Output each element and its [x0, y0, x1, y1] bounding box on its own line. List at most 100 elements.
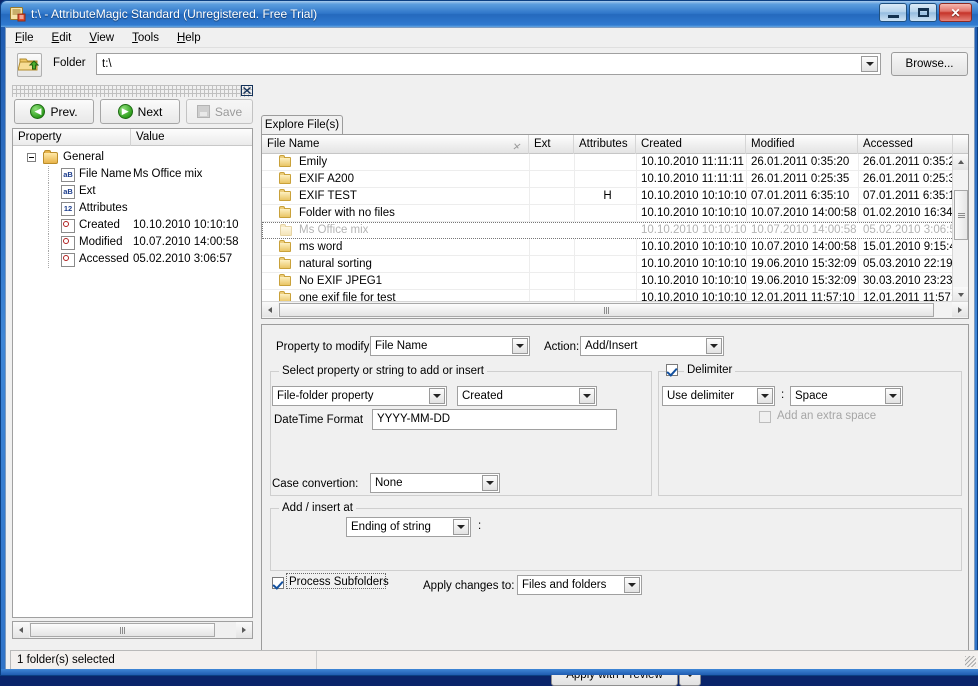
file-list-hscrollbar[interactable] [262, 301, 968, 318]
chevron-down-icon[interactable] [453, 519, 469, 535]
chevron-down-icon[interactable] [624, 577, 640, 593]
chevron-down-icon[interactable] [579, 388, 595, 404]
tree-row-modified[interactable]: Modified 10.07.2010 14:00:58 [13, 234, 252, 251]
action-combobox[interactable]: Add/Insert [580, 336, 724, 356]
scroll-left-icon[interactable] [13, 622, 29, 638]
panel-drag-grip[interactable] [12, 85, 253, 97]
browse-button[interactable]: Browse... [891, 52, 968, 76]
scroll-left-icon[interactable] [262, 302, 278, 317]
column-header-created[interactable]: Created [636, 135, 746, 154]
header-spacer [952, 135, 968, 154]
cell-attributes [574, 223, 636, 240]
scroll-right-icon[interactable] [952, 302, 968, 317]
apply-changes-to-value: Files and folders [522, 579, 607, 591]
process-subfolders-checkbox[interactable] [272, 577, 284, 589]
scroll-thumb[interactable] [279, 303, 934, 317]
tree-node-general[interactable]: General [13, 149, 252, 166]
datetime-icon [61, 219, 75, 233]
cell-created: 10.10.2010 11:11:11 [641, 156, 744, 168]
scroll-thumb[interactable] [30, 623, 215, 637]
apply-changes-to-combobox[interactable]: Files and folders [517, 575, 642, 595]
column-header-attributes[interactable]: Attributes [574, 135, 636, 154]
column-header-file-name[interactable]: File Name [262, 135, 529, 154]
delimiter-checkbox[interactable] [666, 364, 678, 376]
menu-label-help: elp [185, 32, 201, 44]
text-ab-icon: aB [61, 168, 75, 182]
datetime-format-input[interactable]: YYYY-MM-DD [372, 409, 617, 430]
add-insert-at-group-title: Add / insert at [279, 502, 356, 514]
table-row[interactable]: Emily 10.10.2010 11:11:11 26.01.2011 0:3… [262, 154, 954, 171]
chevron-down-icon[interactable] [512, 338, 528, 354]
cell-created: 10.10.2010 10:10:10 [641, 275, 746, 287]
delimiter-char-combobox[interactable]: Space [790, 386, 903, 406]
collapse-toggle-icon[interactable] [27, 153, 36, 162]
property-to-modify-label: Property to modify: [276, 341, 373, 353]
menu-item-file[interactable]: File [6, 28, 43, 48]
scroll-right-icon[interactable] [236, 622, 252, 638]
source-type-combobox[interactable]: File-folder property [272, 386, 447, 406]
chevron-down-icon[interactable] [885, 388, 901, 404]
cell-ext [529, 223, 574, 240]
maximize-button[interactable] [909, 3, 937, 22]
column-header-accessed[interactable]: Accessed [858, 135, 954, 154]
prev-button[interactable]: ◀ Prev. [14, 99, 94, 124]
cell-attributes [574, 239, 636, 256]
table-row[interactable]: EXIF A200 10.10.2010 11:11:11 26.01.2011… [262, 171, 954, 188]
folder-path-combobox[interactable]: t:\ [96, 53, 881, 75]
table-row[interactable]: natural sorting 10.10.2010 10:10:10 19.0… [262, 256, 954, 273]
panel-close-icon[interactable] [240, 85, 253, 97]
delimiter-mode-combobox[interactable]: Use delimiter [662, 386, 775, 406]
scroll-up-icon[interactable] [953, 154, 968, 170]
text-ab-icon: aB [61, 185, 75, 199]
property-tree-hscrollbar[interactable] [12, 621, 253, 639]
insert-position-colon-label: : [478, 520, 482, 532]
table-row-selected[interactable]: Ms Office mix 10.10.2010 10:10:10 10.07.… [262, 222, 954, 239]
property-tree[interactable]: Property Value General aB File Name Ms O… [12, 128, 253, 618]
column-header-modified[interactable]: Modified [746, 135, 858, 154]
tree-row-file-name[interactable]: aB File Name Ms Office mix [13, 166, 252, 183]
menu-item-tools[interactable]: Tools [123, 28, 168, 48]
table-row[interactable]: Folder with no files 10.10.2010 10:10:10… [262, 205, 954, 222]
chevron-down-icon[interactable] [861, 56, 878, 72]
close-window-button[interactable]: ✕ [939, 3, 972, 22]
delimiter-char-value: Space [795, 390, 828, 402]
property-to-modify-combobox[interactable]: File Name [370, 336, 530, 356]
chevron-down-icon[interactable] [757, 388, 773, 404]
source-property-combobox[interactable]: Created [457, 386, 597, 406]
menu-item-edit[interactable]: Edit [43, 28, 81, 48]
table-row[interactable]: ms word 10.10.2010 10:10:10 10.07.2010 1… [262, 239, 954, 256]
file-list-view[interactable]: File Name Ext Attributes Created Modifie… [261, 134, 969, 319]
datetime-icon [61, 253, 75, 267]
scroll-thumb[interactable] [954, 190, 968, 240]
value-column-header[interactable]: Value [131, 129, 252, 146]
column-header-ext[interactable]: Ext [529, 135, 574, 154]
resize-grip-icon[interactable] [965, 656, 976, 667]
cell-accessed: 05.02.2010 3:06:57 [863, 224, 954, 236]
property-column-header[interactable]: Property [13, 129, 131, 146]
case-conversion-combobox[interactable]: None [370, 473, 500, 493]
tree-row-attributes[interactable]: 12 Attributes [13, 200, 252, 217]
table-row[interactable]: EXIF TEST H 10.10.2010 10:10:10 07.01.20… [262, 188, 954, 205]
minimize-button[interactable] [879, 3, 907, 22]
menu-item-help[interactable]: Help [168, 28, 210, 48]
cell-modified: 26.01.2011 0:35:20 [751, 156, 850, 168]
menu-item-view[interactable]: View [80, 28, 123, 48]
arrow-right-icon: ▶ [117, 104, 133, 119]
next-button-label: Next [137, 104, 163, 119]
insert-position-combobox[interactable]: Ending of string [346, 517, 471, 537]
tree-row-ext[interactable]: aB Ext [13, 183, 252, 200]
table-row[interactable]: No EXIF JPEG1 10.10.2010 10:10:10 19.06.… [262, 273, 954, 290]
tree-row-accessed[interactable]: Accessed 05.02.2010 3:06:57 [13, 251, 252, 268]
file-list-vscrollbar[interactable] [952, 154, 968, 303]
tab-explore-files[interactable]: Explore File(s) [261, 115, 343, 135]
cell-modified: 19.06.2010 15:32:09 [751, 275, 857, 287]
chevron-down-icon[interactable] [482, 475, 498, 491]
chevron-down-icon[interactable] [706, 338, 722, 354]
chevron-down-icon[interactable] [429, 388, 445, 404]
open-folder-icon[interactable] [17, 53, 42, 77]
next-button[interactable]: ▶ Next [100, 99, 180, 124]
file-list-header: File Name Ext Attributes Created Modifie… [262, 135, 968, 154]
cell-modified: 10.07.2010 14:00:58 [751, 241, 857, 253]
cell-attributes [574, 205, 636, 222]
tree-row-created[interactable]: Created 10.10.2010 10:10:10 [13, 217, 252, 234]
